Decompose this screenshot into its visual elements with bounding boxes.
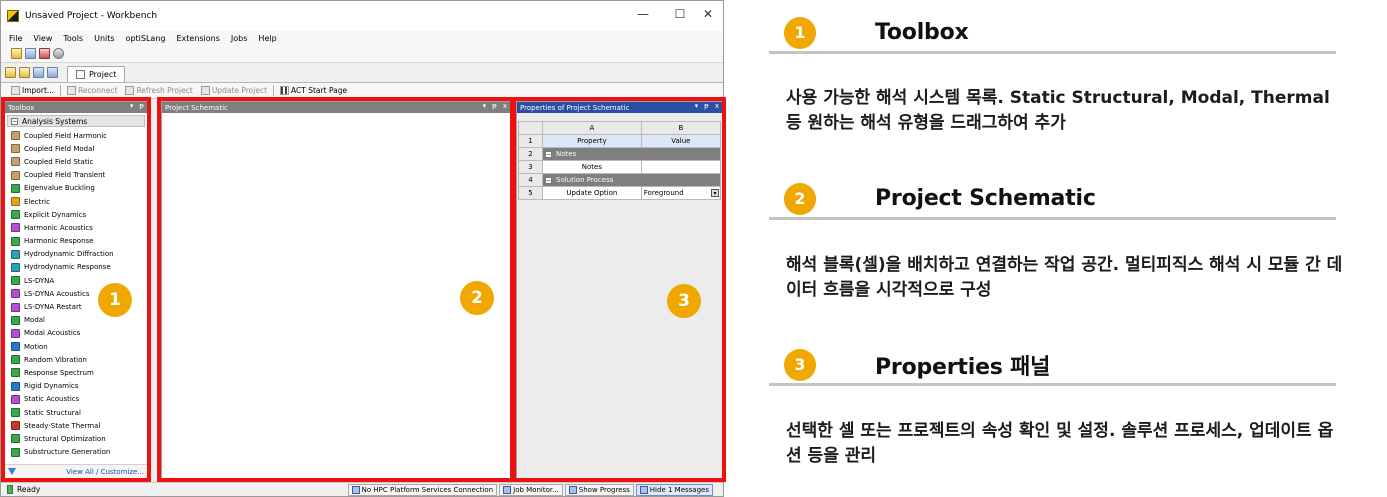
section-3-description: 선택한 셀 또는 프로젝트의 속성 확인 및 설정. 솔루션 프로세스, 업데이… [786, 421, 1334, 466]
menu-view[interactable]: View [33, 34, 52, 43]
menu-bar: File View Tools Units optiSLang Extensio… [1, 31, 723, 45]
act-start-label: ACT Start Page [291, 86, 348, 95]
messages-label: Hide 1 Messages [649, 485, 709, 494]
monitor-icon [503, 485, 512, 494]
reconnect-icon [67, 86, 77, 95]
update-project-button[interactable]: Update Project [197, 86, 271, 95]
section-1-number: 1 [784, 16, 816, 49]
schematic-highlight-box [157, 97, 514, 482]
hpc-icon [351, 485, 360, 494]
save-project-icon[interactable] [33, 67, 44, 78]
menu-extensions[interactable]: Extensions [176, 34, 219, 43]
message-icon [639, 485, 648, 494]
refresh-label: Refresh Project [136, 86, 193, 95]
maximize-button[interactable]: ☐ [670, 7, 690, 21]
messages-button[interactable]: Hide 1 Messages [635, 483, 713, 496]
open-icon[interactable] [19, 67, 30, 78]
section-1-heading: 1 Toolbox [769, 14, 1336, 54]
menu-tools[interactable]: Tools [63, 34, 83, 43]
import-button[interactable]: Import... [7, 86, 58, 95]
show-progress-label: Show Progress [578, 485, 630, 494]
save-icon[interactable] [25, 48, 36, 59]
hpc-connection-button[interactable]: No HPC Platform Services Connection [347, 483, 498, 496]
refresh-icon [125, 86, 135, 95]
menu-file[interactable]: File [9, 34, 22, 43]
new-project-icon[interactable] [11, 48, 22, 59]
badge-3: 3 [667, 284, 701, 318]
toolbar-separator [60, 85, 62, 96]
close-button[interactable]: ✕ [698, 7, 718, 21]
save-as-icon[interactable] [39, 48, 50, 59]
act-start-page-button[interactable]: ACT Start Page [276, 86, 351, 95]
import-label: Import... [22, 86, 55, 95]
section-1-description: 사용 가능한 해석 시스템 목록. Static Structural, Mod… [786, 88, 1330, 133]
grid-icon [280, 86, 290, 95]
window-title: Unsaved Project - Workbench [25, 11, 158, 21]
lightning-icon [200, 86, 210, 95]
reconnect-label: Reconnect [78, 86, 118, 95]
show-progress-button[interactable]: Show Progress [564, 483, 634, 496]
toolbar-separator [273, 85, 275, 96]
menu-optislang[interactable]: optiSLang [126, 34, 166, 43]
status-bar: Ready No HPC Platform Services Connectio… [1, 482, 723, 496]
help-icon[interactable] [53, 48, 64, 59]
section-2-heading: 2 Project Schematic [769, 180, 1336, 220]
progress-icon [568, 485, 577, 494]
minimize-button[interactable]: — [633, 7, 653, 21]
section-1-title: Toolbox [875, 20, 969, 45]
reconnect-button[interactable]: Reconnect [63, 86, 121, 95]
quick-toolbar [1, 45, 723, 63]
job-monitor-label: Job Monitor... [513, 485, 559, 494]
section-2-title: Project Schematic [875, 186, 1096, 211]
tab-row: Project [1, 63, 723, 83]
section-2-number: 2 [784, 182, 816, 215]
ready-icon [7, 485, 13, 494]
status-ready: Ready [7, 485, 40, 494]
update-label: Update Project [211, 86, 268, 95]
badge-2: 2 [460, 281, 494, 315]
section-3-title: Properties 패널 [875, 354, 1051, 380]
section-2-description: 해석 블록(셀)을 배치하고 연결하는 작업 공간. 멀티피직스 해석 시 모듈… [786, 255, 1343, 300]
refresh-project-button[interactable]: Refresh Project [121, 86, 196, 95]
project-tab-icon [76, 70, 85, 79]
import-icon [11, 86, 20, 95]
title-bar: Unsaved Project - Workbench — ☐ ✕ [1, 1, 723, 31]
ready-label: Ready [17, 485, 41, 494]
tab-project-label: Project [89, 70, 117, 79]
menu-units[interactable]: Units [94, 34, 114, 43]
workbench-app-icon [7, 10, 19, 22]
new-icon[interactable] [5, 67, 16, 78]
tab-project[interactable]: Project [67, 66, 126, 82]
section-3-number: 3 [784, 348, 816, 381]
menu-jobs[interactable]: Jobs [231, 34, 248, 43]
hpc-label: No HPC Platform Services Connection [361, 485, 494, 494]
menu-help[interactable]: Help [258, 34, 276, 43]
section-3-heading: 3 Properties 패널 [769, 346, 1336, 386]
job-monitor-button[interactable]: Job Monitor... [499, 483, 563, 496]
save-as-project-icon[interactable] [47, 67, 58, 78]
badge-1: 1 [98, 283, 132, 317]
